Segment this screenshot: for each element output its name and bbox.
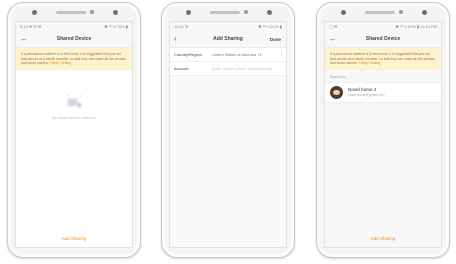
member-name: Novel home 2 <box>348 87 377 93</box>
phone-frame-2: 11:10 ✉ ✱ ⁴ᴳ.ıl 61% ▮ ‹ Add Sharing Done… <box>161 2 295 258</box>
screen-shared-device-with-member: ▢ ✉ ✱ ⁴ᴳ.ıl 61% ▮ 11:10 PM ← Shared Devi… <box>324 21 442 248</box>
phone-top-bezel <box>162 8 294 18</box>
camera-dot <box>186 10 191 15</box>
family-setting-link[interactable]: Family Setting <box>359 61 380 65</box>
chevron-right-icon: › <box>280 51 282 58</box>
shared-to-section-label: Shared to <box>330 74 346 79</box>
speaker-grille <box>365 10 403 14</box>
speaker-grille <box>210 10 248 14</box>
country-region-value: United States of America +1 <box>212 52 262 57</box>
phone-top-bezel <box>8 8 140 18</box>
shared-member-row[interactable]: Novel home 2 novel.home@gmail.com <box>325 81 441 103</box>
status-bar: ▢ ✉ ✱ ⁴ᴳ.ıl 61% ▮ 11:10 PM <box>325 22 441 31</box>
nav-bar: ← Shared Device <box>325 31 441 48</box>
country-region-row[interactable]: Country/Region United States of America … <box>170 48 286 62</box>
empty-state: No shared devices added yet <box>16 92 132 120</box>
family-setting-link[interactable]: Family Setting <box>50 61 71 65</box>
page-title: Add Sharing <box>213 36 243 42</box>
status-bar: 9:13 ✉ ✉ ✉ ✱ ⁴ᴳ.ıl 76% ▮ <box>16 22 132 31</box>
speaker-grille <box>56 10 94 14</box>
account-label: Account <box>174 66 189 71</box>
status-right: ✱ ⁴ᴳ.ıl 61% ▮ 11:10 PM <box>395 24 437 29</box>
empty-devices-icon <box>63 92 85 112</box>
camera-dot <box>32 10 37 15</box>
screen-shared-device: 9:13 ✉ ✉ ✉ ✱ ⁴ᴳ.ıl 76% ▮ ← Shared Device… <box>15 21 133 248</box>
account-input[interactable]: Enter mobile phone number/email <box>212 66 282 71</box>
back-chevron-icon[interactable]: ‹ <box>174 34 177 43</box>
sensor-dot <box>422 10 427 15</box>
back-arrow-icon[interactable]: ← <box>329 34 337 43</box>
phone-frame-1: 9:13 ✉ ✉ ✉ ✱ ⁴ᴳ.ıl 76% ▮ ← Shared Device… <box>7 2 141 258</box>
notice-text: If a permanent resident is in the house,… <box>330 52 435 66</box>
screen-add-sharing: 11:10 ✉ ✱ ⁴ᴳ.ıl 61% ▮ ‹ Add Sharing Done… <box>169 21 287 248</box>
page-title: Shared Device <box>365 36 401 42</box>
sensor-dot <box>113 10 118 15</box>
status-left: 11:10 ✉ <box>174 24 189 29</box>
avatar <box>330 85 343 99</box>
status-left: ▢ ✉ <box>329 24 338 29</box>
family-notice-banner: If a permanent resident is in the house,… <box>16 48 132 70</box>
family-notice-banner: If a permanent resident is in the house,… <box>325 48 441 70</box>
empty-state-text: No shared devices added yet <box>52 116 96 120</box>
status-left: 9:13 ✉ ✉ ✉ <box>20 24 42 29</box>
add-sharing-button[interactable]: Add Sharing <box>325 236 441 241</box>
camera-dot <box>341 10 346 15</box>
status-right: ✱ ⁴ᴳ.ıl 76% ▮ <box>104 24 128 29</box>
country-region-label: Country/Region <box>174 52 202 57</box>
nav-bar: ← Shared Device <box>16 31 132 48</box>
member-email: novel.home@gmail.com <box>348 93 385 98</box>
add-sharing-button[interactable]: Add Sharing <box>16 236 132 241</box>
status-bar: 11:10 ✉ ✱ ⁴ᴳ.ıl 61% ▮ <box>170 22 286 31</box>
phone-frame-3: ▢ ✉ ✱ ⁴ᴳ.ıl 61% ▮ 11:10 PM ← Shared Devi… <box>316 2 450 258</box>
done-button[interactable]: Done <box>270 37 281 42</box>
notice-text: If a permanent resident is in the house,… <box>21 52 126 66</box>
back-arrow-icon[interactable]: ← <box>20 34 28 43</box>
phone-top-bezel <box>317 8 449 18</box>
nav-bar: ‹ Add Sharing Done <box>170 31 286 48</box>
account-row: Account Enter mobile phone number/email <box>170 62 286 76</box>
page-title: Shared Device <box>56 36 92 42</box>
sensor-dot <box>267 10 272 15</box>
member-info: Novel home 2 novel.home@gmail.com <box>348 87 384 97</box>
status-right: ✱ ⁴ᴳ.ıl 61% ▮ <box>258 24 282 29</box>
